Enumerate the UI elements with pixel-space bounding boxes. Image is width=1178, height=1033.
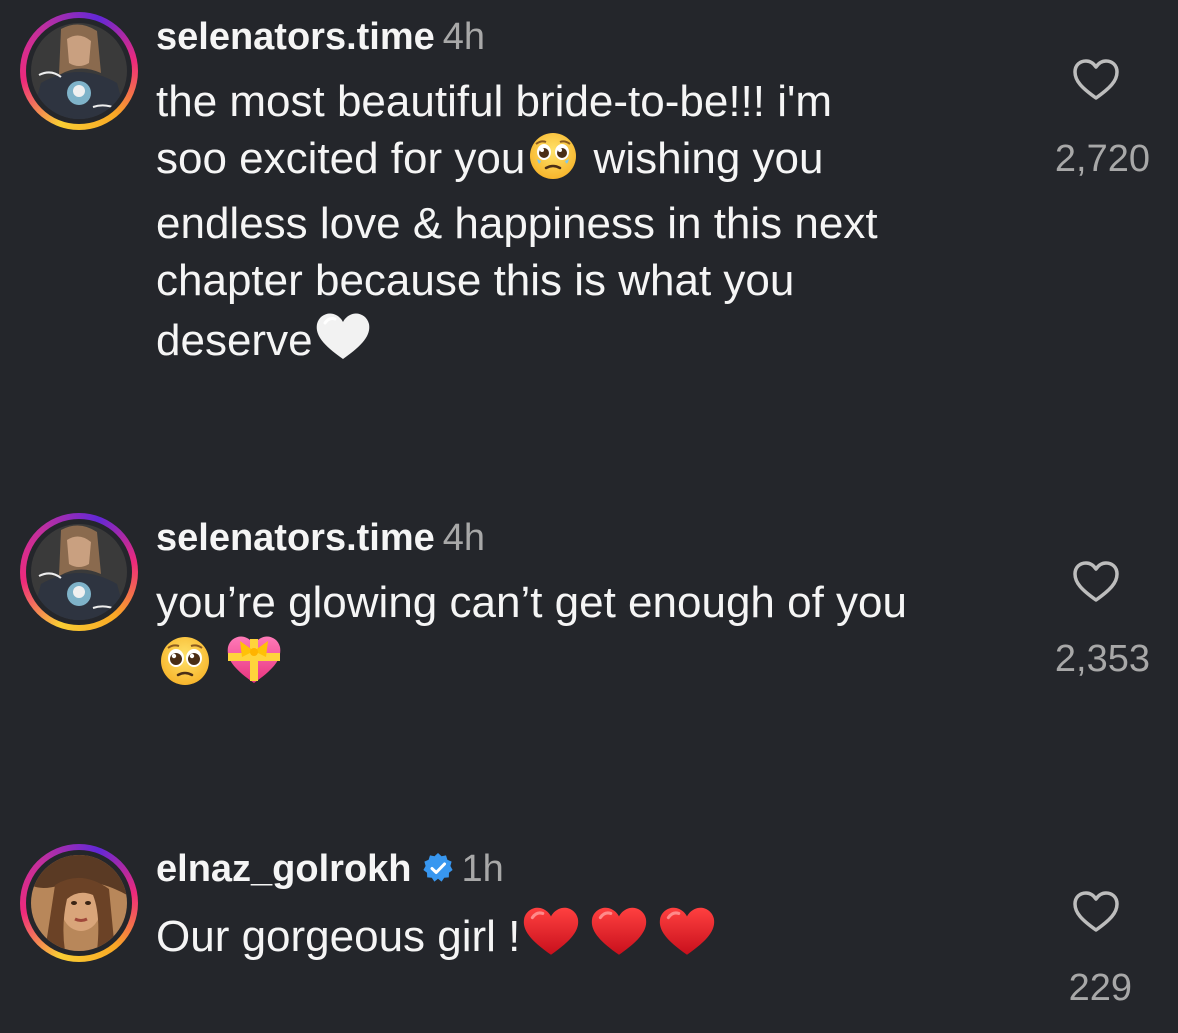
comment-text: Our gorgeous girl ! <box>156 903 718 973</box>
heart-outline-icon[interactable] <box>1072 890 1120 934</box>
comment-header: elnaz_golrokh 1h <box>156 847 504 891</box>
comment-line-segment: deserve <box>156 316 313 365</box>
heart-outline-icon[interactable] <box>1072 560 1120 604</box>
heart-with-ribbon-emoji <box>224 631 284 701</box>
story-ring[interactable] <box>20 844 138 962</box>
username[interactable]: elnaz_golrokh <box>156 848 412 890</box>
like-count: 229 <box>1068 967 1132 1009</box>
heart-outline-icon[interactable] <box>1072 58 1120 102</box>
comment-line: chapter because this is what you <box>156 256 795 305</box>
comment-header: selenators.time 4h <box>156 15 485 59</box>
pleading-face-emoji <box>156 633 214 701</box>
avatar[interactable] <box>31 23 127 119</box>
comment-line: deserve <box>156 309 878 377</box>
red-heart-emoji <box>656 903 718 973</box>
timestamp: 1h <box>461 848 504 890</box>
story-ring[interactable] <box>20 513 138 631</box>
timestamp: 4h <box>442 517 486 559</box>
avatar[interactable] <box>31 855 127 951</box>
verified-badge-icon <box>422 853 453 882</box>
comment-line: you’re glowing can’t get enough of you <box>156 578 907 627</box>
comment-line <box>156 631 907 701</box>
comment-header: selenators.time 4h <box>156 516 485 560</box>
username[interactable]: selenators.time <box>156 16 435 58</box>
comment-text: the most beautiful bride-to-be!!! i'm so… <box>156 73 878 377</box>
comment-line: soo excited for you wishing you <box>156 130 878 195</box>
like-count: 2,720 <box>1054 138 1150 180</box>
like-count: 2,353 <box>1054 638 1150 680</box>
comment-text: you’re glowing can’t get enough of you <box>156 574 907 701</box>
story-ring[interactable] <box>20 12 138 130</box>
red-heart-emoji <box>588 903 650 973</box>
avatar[interactable] <box>31 524 127 620</box>
comment-line-segment: wishing you <box>581 134 824 183</box>
username[interactable]: selenators.time <box>156 517 435 559</box>
comment-line: the most beautiful bride-to-be!!! i'm <box>156 77 833 126</box>
timestamp: 4h <box>442 16 486 58</box>
white-heart-emoji <box>313 309 373 377</box>
comment-line: Our gorgeous girl ! <box>156 903 718 973</box>
comment-line-segment: Our gorgeous girl ! <box>156 912 521 961</box>
red-heart-emoji <box>520 903 582 973</box>
face-holding-back-tears-emoji <box>525 131 581 195</box>
comment-line-segment: soo excited for you <box>156 134 526 183</box>
comment-line: endless love & happiness in this next <box>156 199 878 248</box>
